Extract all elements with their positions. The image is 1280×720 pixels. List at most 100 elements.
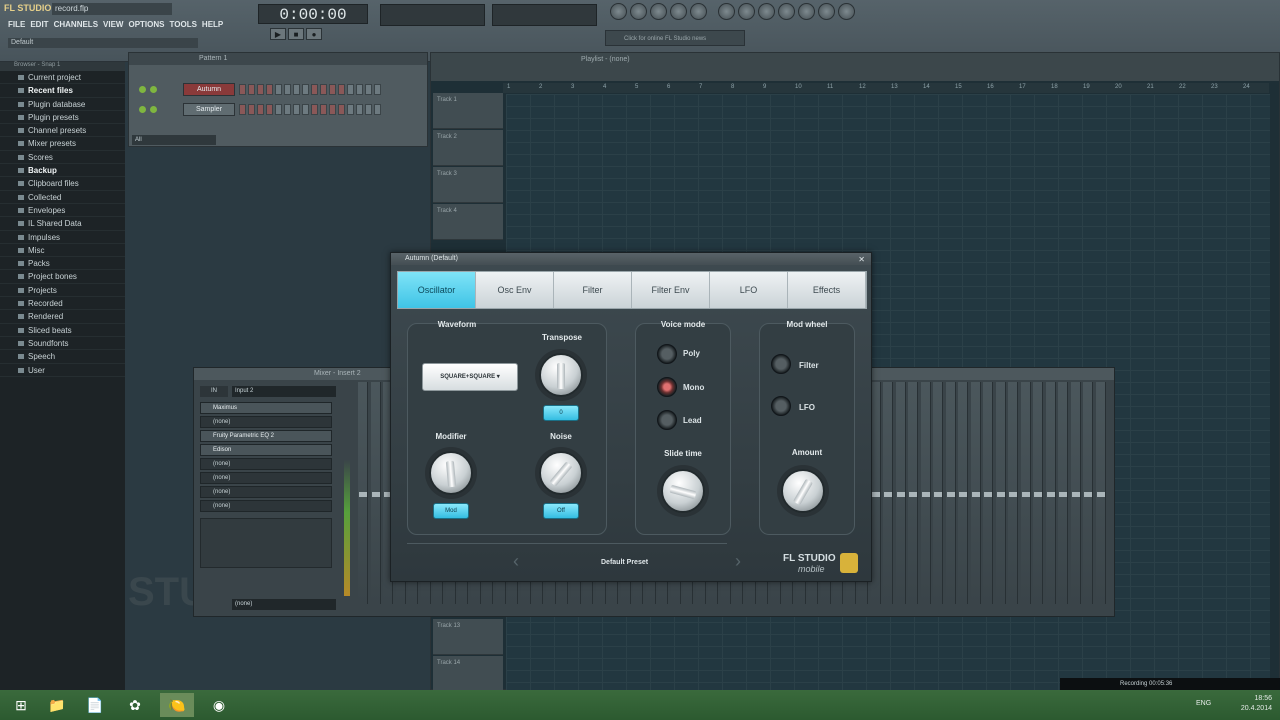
strip-fader[interactable]: [1009, 492, 1017, 497]
toolbar-icon[interactable]: [650, 3, 667, 20]
browser-item[interactable]: Plugin presets: [0, 111, 125, 125]
browser-item[interactable]: Scores: [0, 151, 125, 165]
browser-item[interactable]: Clipboard files: [0, 177, 125, 191]
menu-tools[interactable]: TOOLS: [170, 20, 197, 31]
mixer-strip[interactable]: [1020, 382, 1031, 604]
track-header[interactable]: Track 1: [433, 93, 503, 129]
fx-slot[interactable]: Fruity Parametric EQ 2: [200, 430, 332, 442]
fx-slot[interactable]: (none): [200, 500, 332, 512]
browser-item[interactable]: Projects: [0, 284, 125, 298]
mixer-strip[interactable]: [970, 382, 981, 604]
toolbar-icon[interactable]: [610, 3, 627, 20]
mixer-input-select[interactable]: Input 2: [232, 386, 336, 397]
strip-fader[interactable]: [1059, 492, 1067, 497]
prev-preset-icon[interactable]: ‹: [513, 551, 519, 572]
toolbar-icon[interactable]: [778, 3, 795, 20]
track-header[interactable]: Track 14: [433, 656, 503, 692]
voice-poly-radio[interactable]: [657, 344, 677, 364]
step-sequencer[interactable]: [239, 103, 381, 115]
menu-view[interactable]: VIEW: [103, 20, 123, 31]
strip-fader[interactable]: [1021, 492, 1030, 497]
browser-item[interactable]: Current project: [0, 71, 125, 85]
step-sequencer[interactable]: [239, 83, 381, 95]
track-header[interactable]: Track 4: [433, 204, 503, 240]
mixer-strip[interactable]: [995, 382, 1006, 604]
strip-fader[interactable]: [971, 492, 980, 497]
mixer-strip[interactable]: [983, 382, 993, 604]
track-header[interactable]: Track 13: [433, 619, 503, 655]
tab-effects[interactable]: Effects: [788, 272, 866, 308]
toolbar-icon[interactable]: [718, 3, 735, 20]
browser-item[interactable]: Packs: [0, 257, 125, 271]
browser-item[interactable]: User: [0, 364, 125, 377]
noise-value[interactable]: Off: [543, 503, 579, 519]
record-button[interactable]: ●: [306, 28, 322, 40]
fl-studio-icon[interactable]: 🍋: [160, 693, 194, 717]
close-icon[interactable]: ✕: [858, 255, 865, 264]
channel-led[interactable]: [150, 105, 157, 113]
next-preset-icon[interactable]: ›: [735, 551, 741, 572]
strip-fader[interactable]: [1046, 492, 1055, 497]
toolbar-icon[interactable]: [738, 3, 755, 20]
track-header[interactable]: Track 3: [433, 167, 503, 203]
transpose-value[interactable]: 0: [543, 405, 579, 421]
browser-item[interactable]: Speech: [0, 350, 125, 364]
browser-item[interactable]: Sliced beats: [0, 324, 125, 337]
news-hint[interactable]: Click for online FL Studio news: [605, 30, 745, 46]
mixer-strip[interactable]: [945, 382, 956, 604]
tab-filter[interactable]: Filter: [554, 272, 632, 308]
voice-lead-radio[interactable]: [657, 410, 677, 430]
mixer-strip[interactable]: [370, 382, 381, 604]
mixer-strip[interactable]: [1095, 382, 1106, 604]
strip-fader[interactable]: [359, 492, 367, 497]
mixer-strip[interactable]: [1008, 382, 1018, 604]
browser-item[interactable]: Recorded: [0, 297, 125, 311]
modifier-knob[interactable]: [429, 451, 473, 495]
mixer-strip[interactable]: [920, 382, 931, 604]
channel-name-button[interactable]: Autumn: [183, 82, 235, 96]
tab-oscillator[interactable]: Oscillator: [398, 272, 476, 308]
browser-item[interactable]: Collected: [0, 191, 125, 204]
fx-slot[interactable]: Maximus: [200, 402, 332, 414]
mixer-strip[interactable]: [1045, 382, 1056, 604]
track-header[interactable]: Track 2: [433, 130, 503, 166]
strip-fader[interactable]: [371, 492, 380, 497]
noise-knob[interactable]: [539, 451, 583, 495]
channel-led[interactable]: [150, 85, 157, 93]
mixer-strip[interactable]: [908, 382, 918, 604]
modifier-value[interactable]: Mod: [433, 503, 469, 519]
mixer-output-select[interactable]: (none): [232, 599, 336, 610]
rack-filter[interactable]: All: [132, 135, 216, 145]
stop-button[interactable]: ■: [288, 28, 304, 40]
app-icon[interactable]: ✿: [118, 693, 152, 717]
fx-slot[interactable]: (none): [200, 472, 332, 484]
strip-fader[interactable]: [984, 492, 992, 497]
strip-fader[interactable]: [1034, 492, 1042, 497]
voice-mono-radio[interactable]: [657, 377, 677, 397]
insert-faders[interactable]: [200, 518, 332, 568]
strip-fader[interactable]: [946, 492, 955, 497]
mixer-strip[interactable]: [358, 382, 368, 604]
strip-fader[interactable]: [871, 492, 880, 497]
mixer-strip[interactable]: [958, 382, 968, 604]
channel-led[interactable]: [139, 105, 146, 113]
menu-file[interactable]: FILE: [8, 20, 25, 31]
mixer-strip[interactable]: [1070, 382, 1081, 604]
mixer-strip[interactable]: [933, 382, 943, 604]
strip-fader[interactable]: [959, 492, 967, 497]
strip-fader[interactable]: [996, 492, 1005, 497]
browser-item[interactable]: Impulses: [0, 231, 125, 244]
mixer-strip[interactable]: [1083, 382, 1093, 604]
document-icon[interactable]: 📄: [78, 693, 112, 717]
mixer-strip[interactable]: [870, 382, 881, 604]
toolbar-icon[interactable]: [818, 3, 835, 20]
mixer-strip[interactable]: [883, 382, 893, 604]
browser-item[interactable]: Channel presets: [0, 124, 125, 138]
amount-knob[interactable]: [781, 469, 825, 513]
clock[interactable]: 18:56 20.4.2014: [1241, 694, 1272, 714]
tab-filter-env[interactable]: Filter Env: [632, 272, 710, 308]
toolbar-icon[interactable]: [838, 3, 855, 20]
fx-slot[interactable]: Edison: [200, 444, 332, 456]
explorer-icon[interactable]: 📁: [40, 693, 74, 717]
tab-osc-env[interactable]: Osc Env: [476, 272, 554, 308]
